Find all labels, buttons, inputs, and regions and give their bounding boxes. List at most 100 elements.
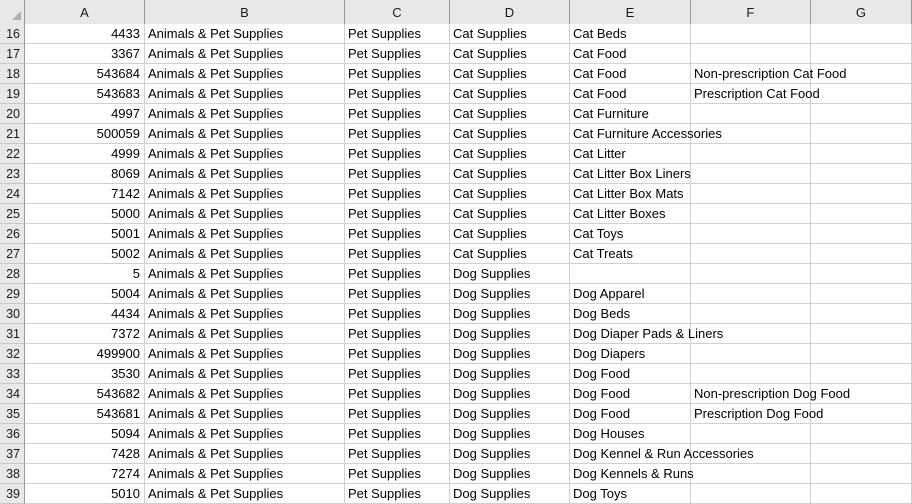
cell-E17[interactable]: Cat Food <box>570 44 691 64</box>
row-header-26[interactable]: 26 <box>0 224 25 244</box>
cell-D30[interactable]: Dog Supplies <box>450 304 570 324</box>
cell-C37[interactable]: Pet Supplies <box>345 444 450 464</box>
cell-A22[interactable]: 4999 <box>25 144 145 164</box>
cell-G31[interactable] <box>811 324 912 344</box>
cell-B19[interactable]: Animals & Pet Supplies <box>145 84 345 104</box>
cell-F23[interactable] <box>691 164 811 184</box>
row-header-34[interactable]: 34 <box>0 384 25 404</box>
cell-G20[interactable] <box>811 104 912 124</box>
cell-C17[interactable]: Pet Supplies <box>345 44 450 64</box>
cell-F32[interactable] <box>691 344 811 364</box>
cell-B39[interactable]: Animals & Pet Supplies <box>145 484 345 504</box>
cell-D17[interactable]: Cat Supplies <box>450 44 570 64</box>
cell-F26[interactable] <box>691 224 811 244</box>
cell-C18[interactable]: Pet Supplies <box>345 64 450 84</box>
row-header-39[interactable]: 39 <box>0 484 25 504</box>
column-header-g[interactable]: G <box>811 0 912 24</box>
row-header-17[interactable]: 17 <box>0 44 25 64</box>
cell-G32[interactable] <box>811 344 912 364</box>
cell-A37[interactable]: 7428 <box>25 444 145 464</box>
cell-G37[interactable] <box>811 444 912 464</box>
cell-E23[interactable]: Cat Litter Box Liners <box>570 164 691 184</box>
row-header-35[interactable]: 35 <box>0 404 25 424</box>
cell-E16[interactable]: Cat Beds <box>570 24 691 44</box>
cell-G25[interactable] <box>811 204 912 224</box>
cell-F28[interactable] <box>691 264 811 284</box>
cell-D25[interactable]: Cat Supplies <box>450 204 570 224</box>
cell-E21[interactable]: Cat Furniture Accessories <box>570 124 722 144</box>
cell-G22[interactable] <box>811 144 912 164</box>
cell-A31[interactable]: 7372 <box>25 324 145 344</box>
cell-C30[interactable]: Pet Supplies <box>345 304 450 324</box>
column-header-f[interactable]: F <box>691 0 811 24</box>
cell-C29[interactable]: Pet Supplies <box>345 284 450 304</box>
cell-C19[interactable]: Pet Supplies <box>345 84 450 104</box>
cell-D29[interactable]: Dog Supplies <box>450 284 570 304</box>
cell-C33[interactable]: Pet Supplies <box>345 364 450 384</box>
row-header-18[interactable]: 18 <box>0 64 25 84</box>
cell-B34[interactable]: Animals & Pet Supplies <box>145 384 345 404</box>
cell-D24[interactable]: Cat Supplies <box>450 184 570 204</box>
select-all-corner[interactable] <box>0 0 25 24</box>
cell-A25[interactable]: 5000 <box>25 204 145 224</box>
row-header-33[interactable]: 33 <box>0 364 25 384</box>
row-header-21[interactable]: 21 <box>0 124 25 144</box>
cell-C21[interactable]: Pet Supplies <box>345 124 450 144</box>
cell-B23[interactable]: Animals & Pet Supplies <box>145 164 345 184</box>
cell-G28[interactable] <box>811 264 912 284</box>
row-header-19[interactable]: 19 <box>0 84 25 104</box>
cell-G35[interactable] <box>811 404 912 424</box>
cell-F24[interactable] <box>691 184 811 204</box>
row-header-37[interactable]: 37 <box>0 444 25 464</box>
cell-E20[interactable]: Cat Furniture <box>570 104 691 124</box>
cell-E29[interactable]: Dog Apparel <box>570 284 691 304</box>
cell-D39[interactable]: Dog Supplies <box>450 484 570 504</box>
row-header-22[interactable]: 22 <box>0 144 25 164</box>
row-header-28[interactable]: 28 <box>0 264 25 284</box>
cell-D31[interactable]: Dog Supplies <box>450 324 570 344</box>
cell-D16[interactable]: Cat Supplies <box>450 24 570 44</box>
cell-E39[interactable]: Dog Toys <box>570 484 691 504</box>
cell-D18[interactable]: Cat Supplies <box>450 64 570 84</box>
cell-B22[interactable]: Animals & Pet Supplies <box>145 144 345 164</box>
cell-C27[interactable]: Pet Supplies <box>345 244 450 264</box>
column-header-e[interactable]: E <box>570 0 691 24</box>
cell-A34[interactable]: 543682 <box>25 384 145 404</box>
cell-G17[interactable] <box>811 44 912 64</box>
cell-A24[interactable]: 7142 <box>25 184 145 204</box>
cell-F29[interactable] <box>691 284 811 304</box>
cell-G33[interactable] <box>811 364 912 384</box>
cell-B29[interactable]: Animals & Pet Supplies <box>145 284 345 304</box>
cell-A30[interactable]: 4434 <box>25 304 145 324</box>
cell-A38[interactable]: 7274 <box>25 464 145 484</box>
cell-B37[interactable]: Animals & Pet Supplies <box>145 444 345 464</box>
cell-E24[interactable]: Cat Litter Box Mats <box>570 184 691 204</box>
row-header-31[interactable]: 31 <box>0 324 25 344</box>
cell-F16[interactable] <box>691 24 811 44</box>
cell-A18[interactable]: 543684 <box>25 64 145 84</box>
cell-D38[interactable]: Dog Supplies <box>450 464 570 484</box>
cell-A21[interactable]: 500059 <box>25 124 145 144</box>
cell-G29[interactable] <box>811 284 912 304</box>
cell-E22[interactable]: Cat Litter <box>570 144 691 164</box>
cell-F38[interactable] <box>691 464 811 484</box>
cell-E37[interactable]: Dog Kennel & Run Accessories <box>570 444 754 464</box>
cell-A17[interactable]: 3367 <box>25 44 145 64</box>
cell-F20[interactable] <box>691 104 811 124</box>
cell-C36[interactable]: Pet Supplies <box>345 424 450 444</box>
cell-F25[interactable] <box>691 204 811 224</box>
row-header-36[interactable]: 36 <box>0 424 25 444</box>
column-header-b[interactable]: B <box>145 0 345 24</box>
cell-G21[interactable] <box>811 124 912 144</box>
cell-A33[interactable]: 3530 <box>25 364 145 384</box>
cell-B18[interactable]: Animals & Pet Supplies <box>145 64 345 84</box>
cell-E25[interactable]: Cat Litter Boxes <box>570 204 691 224</box>
cell-C16[interactable]: Pet Supplies <box>345 24 450 44</box>
cell-C24[interactable]: Pet Supplies <box>345 184 450 204</box>
cell-F33[interactable] <box>691 364 811 384</box>
column-header-d[interactable]: D <box>450 0 570 24</box>
cell-F22[interactable] <box>691 144 811 164</box>
cell-C28[interactable]: Pet Supplies <box>345 264 450 284</box>
cell-G30[interactable] <box>811 304 912 324</box>
cell-A36[interactable]: 5094 <box>25 424 145 444</box>
